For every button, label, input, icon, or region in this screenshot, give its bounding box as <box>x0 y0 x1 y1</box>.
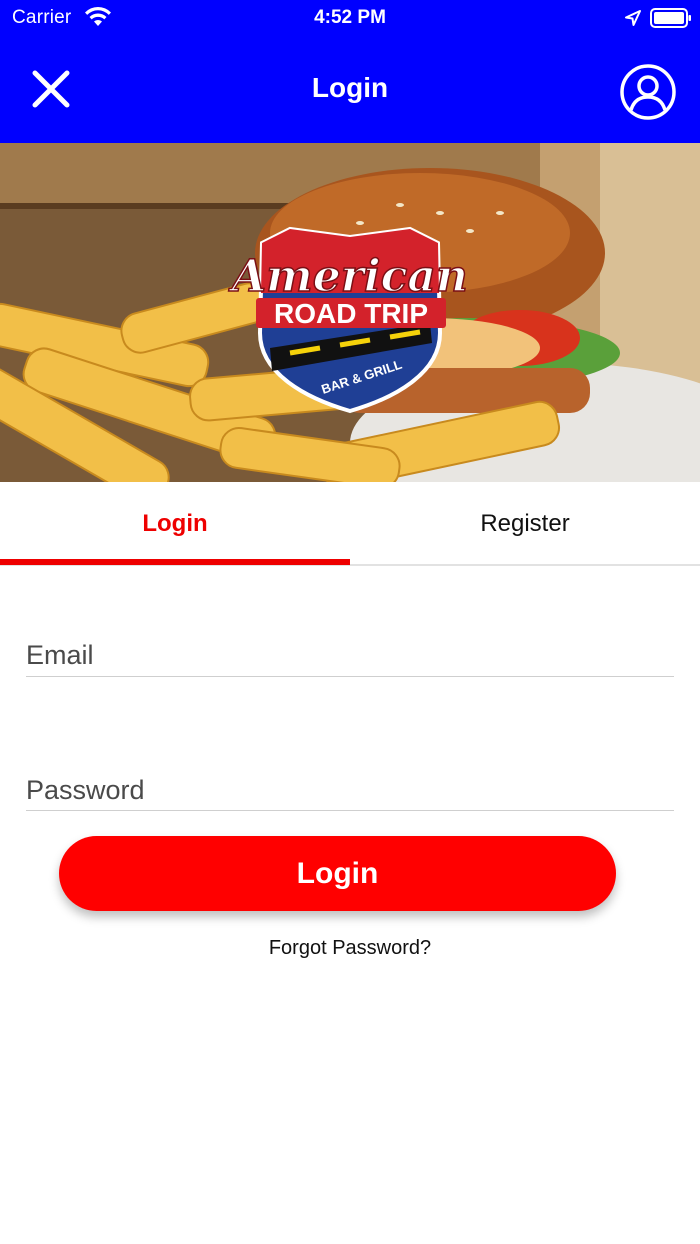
password-field-container <box>26 775 674 811</box>
location-arrow-icon <box>625 10 641 26</box>
password-field[interactable] <box>26 775 674 810</box>
tab-register[interactable]: Register <box>350 482 700 566</box>
page-title: Login <box>311 72 389 103</box>
nav-bar: Login <box>0 38 700 143</box>
login-button[interactable]: Login <box>59 836 616 911</box>
forgot-password-link[interactable]: Forgot Password? <box>0 937 700 960</box>
email-field[interactable] <box>26 640 674 675</box>
tab-login[interactable]: Login <box>0 482 350 566</box>
auth-tabs: Login Register <box>0 482 700 566</box>
active-tab-indicator <box>0 559 350 565</box>
hero-banner: American ROAD TRIP BAR & GRILL <box>0 143 700 482</box>
hero-image: American ROAD TRIP BAR & GRILL <box>0 143 700 482</box>
email-field-container <box>26 640 674 677</box>
logo-text-main: ROAD TRIP <box>274 298 428 329</box>
status-bar: Carrier 4:52 PM <box>0 0 700 38</box>
top-bar: Carrier 4:52 PM Login <box>0 0 700 143</box>
user-profile-icon[interactable] <box>618 62 678 122</box>
battery-icon <box>650 8 691 28</box>
logo-text-top: American <box>228 251 468 302</box>
clock: 4:52 PM <box>314 7 386 28</box>
